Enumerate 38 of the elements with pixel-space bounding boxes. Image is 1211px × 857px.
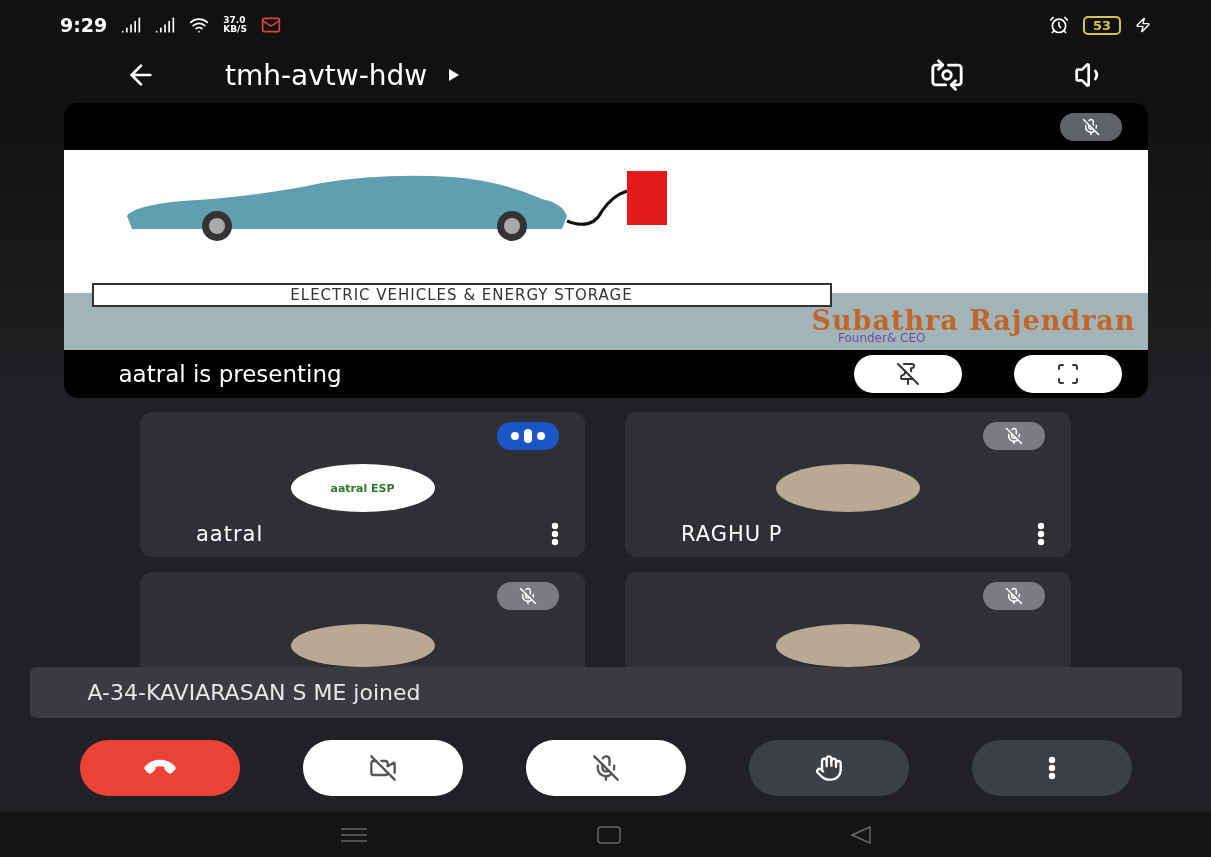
participant-tile[interactable] <box>625 572 1071 667</box>
play-triangle-icon[interactable] <box>449 69 460 81</box>
mic-off-icon <box>591 754 620 782</box>
logo-text: aatral ESP <box>330 481 395 495</box>
speaking-indicator-icon <box>510 429 546 443</box>
wifi-icon <box>189 15 210 35</box>
home-icon[interactable] <box>596 825 621 844</box>
participant-tile[interactable]: aatral ESP aatral <box>140 412 585 557</box>
battery-level: 53 <box>1082 15 1121 35</box>
participant-tile[interactable] <box>140 572 585 667</box>
alarm-icon <box>1048 15 1069 35</box>
more-icon[interactable] <box>551 522 559 546</box>
hand-icon <box>814 754 843 782</box>
fullscreen-icon <box>1055 362 1080 386</box>
camera-button[interactable] <box>302 740 463 796</box>
join-notification: A-34-KAVIARASAN S ME joined <box>29 667 1182 718</box>
more-icon[interactable] <box>1037 522 1045 546</box>
fullscreen-button[interactable] <box>1013 355 1122 393</box>
more-icon <box>1047 756 1056 780</box>
unpin-button[interactable] <box>853 355 962 393</box>
participant-tile[interactable]: RAGHU P <box>625 412 1071 557</box>
camera-off-icon <box>368 754 397 782</box>
raise-hand-button[interactable] <box>748 740 909 796</box>
meeting-code[interactable]: tmh-avtw-hdw <box>225 58 428 92</box>
presenting-label: aatral is presenting <box>118 361 342 387</box>
network-speed: 37.0 <box>223 16 247 25</box>
signal-icon <box>155 15 176 35</box>
signal-icon <box>121 15 142 35</box>
mail-icon <box>260 15 281 35</box>
mic-button[interactable] <box>525 740 686 796</box>
participant-name: aatral <box>196 522 265 546</box>
end-call-button[interactable] <box>79 740 240 796</box>
switch-camera-icon[interactable] <box>930 58 964 92</box>
unpin-icon <box>895 362 920 386</box>
slide-title: ELECTRIC VEHICLES & ENERGY STORAGE <box>91 283 832 307</box>
participant-name: RAGHU P <box>681 522 784 546</box>
clock-time: 9:29 <box>60 14 108 36</box>
speed-unit: KB/S <box>223 25 247 34</box>
